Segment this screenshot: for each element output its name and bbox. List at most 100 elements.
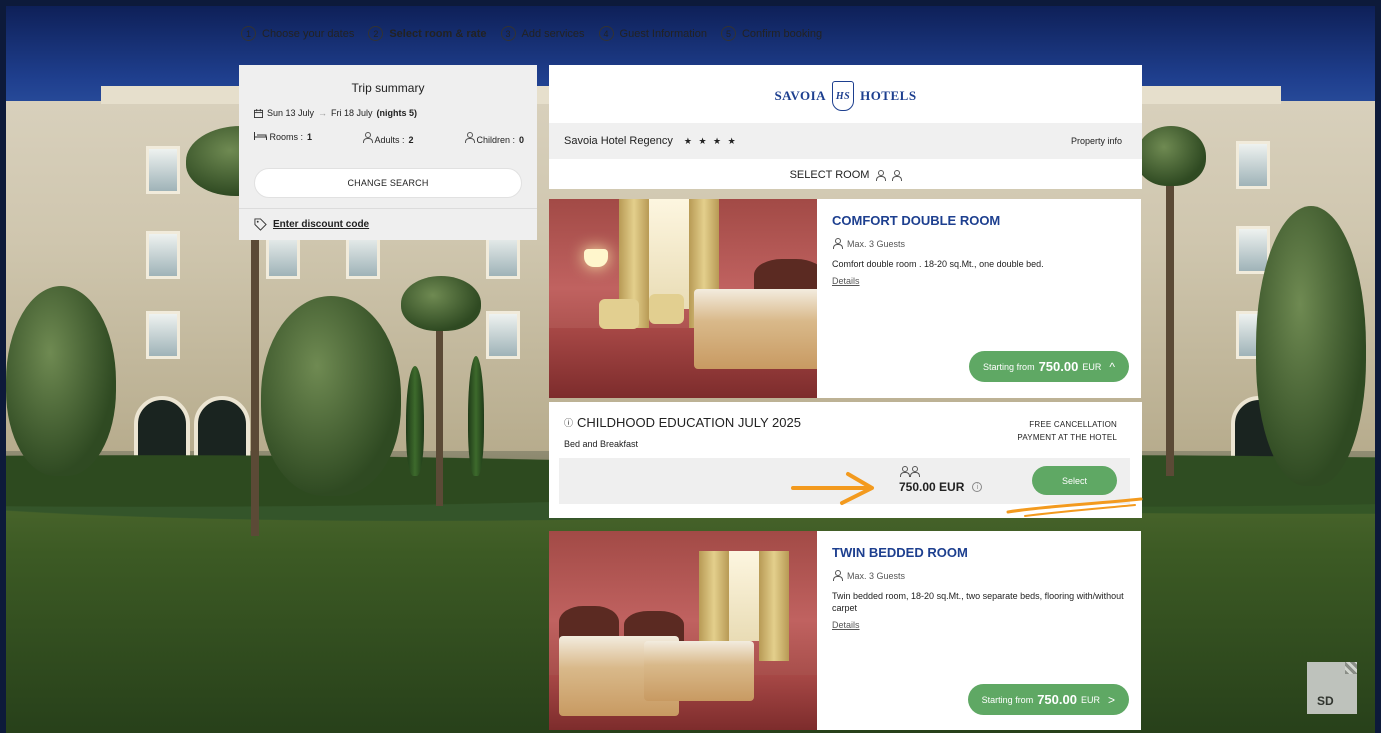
room-details-link[interactable]: Details: [832, 276, 1127, 286]
trip-dates: Sun 13 July → Fri 18 July (nights 5): [254, 108, 417, 118]
watermark-logo: SD: [1307, 662, 1357, 714]
price-currency: EUR: [1082, 361, 1102, 372]
logo-text-left: SAVOIA: [774, 88, 827, 103]
arrow-right-icon: →: [318, 108, 328, 118]
price-amount: 750.00: [1037, 692, 1077, 707]
booking-steps: 1 Choose your dates 2 Select room & rate…: [241, 26, 822, 41]
rate-policy: FREE CANCELLATION PAYMENT AT THE HOTEL: [1017, 418, 1117, 444]
step-label: Add services: [521, 27, 585, 40]
step-label: Confirm booking: [741, 27, 823, 40]
photo-chair: [599, 299, 639, 329]
step-choose-dates[interactable]: 1 Choose your dates: [241, 26, 354, 41]
palm-crown: [401, 276, 481, 331]
step-number: 1: [241, 26, 256, 41]
room-price-button[interactable]: Starting from 750.00 EUR >: [967, 684, 1129, 715]
step-label: Choose your dates: [262, 27, 355, 40]
tree: [6, 286, 116, 476]
step-add-services[interactable]: 3 Add services: [500, 26, 585, 41]
person-icon: [832, 570, 843, 581]
step-guest-information[interactable]: 4 Guest Information: [598, 26, 707, 41]
price-info-icon[interactable]: i: [972, 482, 983, 492]
person-icon: [875, 169, 887, 181]
room-guests-label: Max. 3 Guests: [847, 238, 906, 249]
trip-summary: Trip summary Sun 13 July → Fri 18 July (…: [239, 65, 537, 240]
price-amount: 750.00: [1038, 359, 1079, 374]
room-card-twin-bedded: TWIN BEDDED ROOM Max. 3 Guests Twin bedd…: [549, 531, 1141, 730]
room-photo: [549, 531, 817, 730]
tree: [1256, 206, 1366, 486]
select-rate-button[interactable]: Select: [1032, 466, 1117, 495]
property-info-link[interactable]: Property info: [1071, 136, 1122, 146]
step-number: 4: [598, 26, 614, 41]
step-number: 5: [720, 26, 736, 41]
children-count: Children :0: [464, 132, 524, 145]
room-photo: [549, 199, 817, 398]
person-icon: [891, 169, 903, 181]
rooms-value: 1: [307, 132, 313, 142]
orange-arrow-annotation: [791, 472, 874, 505]
rooms-label: Rooms :: [269, 132, 304, 142]
building-window: [146, 311, 180, 359]
hotel-header-panel: SAVOIA HS HOTELS Savoia Hotel Regency ★ …: [549, 65, 1142, 189]
building-window: [146, 146, 180, 194]
info-icon[interactable]: ⓘ: [564, 416, 573, 429]
watermark-text: SD: [1317, 694, 1334, 708]
room-guests: Max. 3 Guests: [832, 570, 1127, 581]
price-prefix: Starting from: [981, 694, 1034, 705]
step-number: 2: [368, 26, 384, 41]
star-rating: ★ ★ ★ ★: [683, 136, 738, 146]
orange-underline-annotation: [1006, 497, 1143, 517]
nights-count: (nights 5): [376, 108, 418, 118]
photo-curtain: [759, 551, 789, 661]
calendar-icon: [254, 108, 263, 118]
person-icon: [909, 466, 920, 477]
person-icon: [464, 132, 475, 143]
room-guests-label: Max. 3 Guests: [847, 570, 906, 581]
room-price-button[interactable]: Starting from 750.00 EUR ^: [969, 351, 1129, 382]
change-search-button[interactable]: CHANGE SEARCH: [254, 168, 522, 198]
policy-payment: PAYMENT AT THE HOTEL: [1017, 433, 1117, 442]
person-icon: [362, 132, 374, 143]
adults-label: Adults :: [374, 135, 405, 145]
children-value: 0: [518, 135, 524, 145]
person-icon: [899, 466, 910, 477]
rooms-count: Rooms :1: [254, 132, 312, 145]
palm-trunk: [1166, 146, 1174, 476]
property-bar: Savoia Hotel Regency ★ ★ ★ ★ Property in…: [549, 123, 1142, 159]
property-name: Savoia Hotel Regency: [564, 135, 673, 147]
tree: [261, 296, 401, 496]
price-currency: EUR: [1080, 694, 1100, 705]
hotel-logo: SAVOIA HS HOTELS: [549, 73, 1142, 119]
logo-mark-icon: HS: [832, 81, 855, 111]
step-label: Guest Information: [619, 27, 707, 40]
adults-value: 2: [408, 135, 414, 145]
cypress-tree: [406, 366, 424, 476]
chevron-up-icon: ^: [1109, 359, 1115, 374]
photo-lamp: [584, 249, 608, 267]
discount-code-link[interactable]: Enter discount code: [273, 219, 369, 230]
rate-name-label: CHILDHOOD EDUCATION JULY 2025: [577, 415, 801, 430]
occupancy: Rooms :1 Adults :2 Children :0: [254, 132, 524, 145]
room-card-comfort-double: COMFORT DOUBLE ROOM Max. 3 Guests Comfor…: [549, 199, 1141, 398]
cypress-tree: [468, 356, 484, 476]
policy-cancellation: FREE CANCELLATION: [1029, 420, 1117, 429]
step-confirm-booking[interactable]: 5 Confirm booking: [720, 26, 823, 41]
room-description: Twin bedded room, 18-20 sq.Mt., two sepa…: [832, 591, 1124, 613]
checkout-date: Fri 18 July: [331, 108, 373, 118]
room-details-link[interactable]: Details: [832, 620, 1127, 630]
room-guests: Max. 3 Guests: [832, 238, 1127, 249]
property-name-group: Savoia Hotel Regency ★ ★ ★ ★: [564, 135, 738, 147]
rate-price-value: 750.00 EUR: [899, 480, 965, 494]
step-select-room[interactable]: 2 Select room & rate: [368, 26, 487, 41]
tag-icon: [254, 218, 267, 231]
rate-price: 750.00 EUR i: [899, 480, 983, 494]
select-room-label: SELECT ROOM: [789, 169, 870, 181]
room-description: Comfort double room . 18-20 sq.Mt., one …: [832, 259, 1044, 269]
trip-summary-title: Trip summary: [351, 81, 425, 95]
step-number: 3: [500, 26, 516, 41]
photo-bed: [694, 289, 817, 369]
person-icon: [832, 238, 843, 249]
room-name: COMFORT DOUBLE ROOM: [832, 213, 1001, 228]
palm-trunk: [436, 306, 443, 506]
building-window: [146, 231, 180, 279]
